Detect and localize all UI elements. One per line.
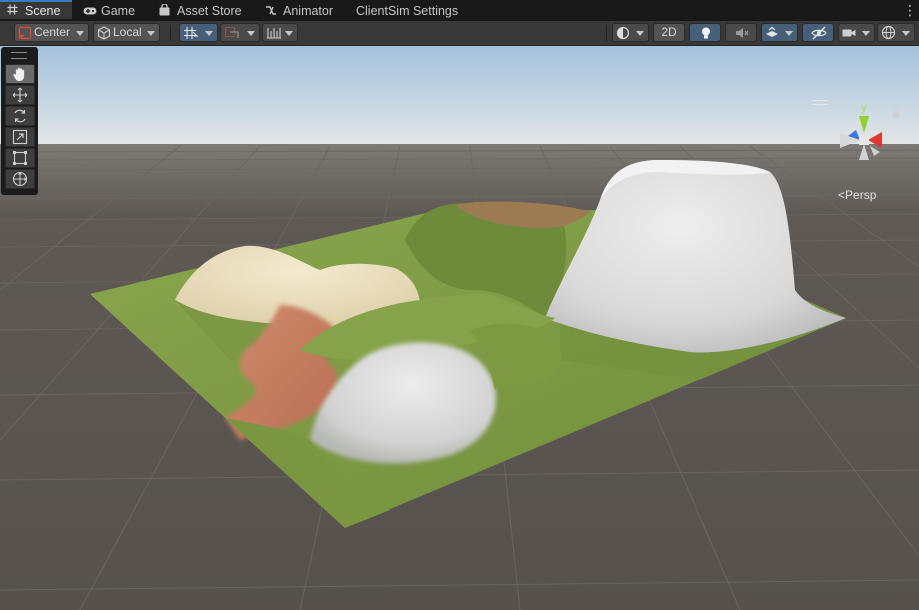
chevron-down-icon <box>76 31 84 36</box>
gizmo-drag-handle[interactable] <box>812 100 828 105</box>
tab-asset-store[interactable]: Asset Store <box>159 0 242 21</box>
gizmo-y-cone[interactable] <box>859 116 869 133</box>
ruler-snap-toggle[interactable] <box>262 23 298 42</box>
pivot-mode-label: Center <box>34 25 71 39</box>
hash-icon <box>7 2 21 21</box>
audio-toggle[interactable] <box>725 23 757 42</box>
gamepad-icon <box>83 1 97 23</box>
speaker-muted-icon <box>736 28 749 38</box>
scale-tool[interactable] <box>5 127 35 147</box>
chevron-down-icon <box>205 31 213 36</box>
toolbar-divider <box>606 25 607 41</box>
shaded-sphere-icon <box>616 26 630 40</box>
overlay-grip-handle[interactable] <box>11 52 27 59</box>
transform-tool[interactable] <box>5 169 35 189</box>
gizmo-z-label: z <box>840 126 845 137</box>
pivot-mode-dropdown[interactable]: Center <box>14 23 89 42</box>
tab-label: ClientSim Settings <box>356 4 459 18</box>
gizmo-center-cube[interactable] <box>859 135 869 145</box>
scene-toolbar: Center Local 2D <box>0 21 919 46</box>
grid-snap-icon <box>184 27 199 39</box>
gizmos-dropdown[interactable] <box>877 23 915 42</box>
draw-mode-dropdown[interactable] <box>612 23 649 42</box>
gizmo-neg-z-cone[interactable] <box>870 146 880 156</box>
increment-snapping-toggle[interactable] <box>220 23 260 42</box>
2d-mode-label: 2D <box>661 25 677 39</box>
chevron-down-icon <box>147 31 155 36</box>
ruler-icon <box>267 28 281 39</box>
chevron-down-icon <box>247 31 255 36</box>
lightbulb-icon <box>702 27 710 39</box>
gizmo-neg-y-cone[interactable] <box>859 144 869 160</box>
scene-viewport[interactable]: y x z <Persp <box>0 46 919 610</box>
eye-hidden-icon <box>811 26 827 40</box>
hand-tool[interactable] <box>5 64 35 84</box>
tools-overlay <box>1 47 38 195</box>
pivot-rotation-label: Local <box>113 25 142 39</box>
tab-label: Scene <box>25 4 61 18</box>
scene-render <box>0 46 919 610</box>
hand-icon <box>13 67 25 82</box>
gizmo-x-cone[interactable] <box>868 132 882 148</box>
gizmo-globe-icon <box>881 25 896 40</box>
2d-mode-toggle[interactable]: 2D <box>653 23 685 42</box>
rotate-icon <box>14 109 26 123</box>
transform-icon <box>12 171 28 187</box>
projection-label: Persp <box>845 188 877 202</box>
rect-tool[interactable] <box>5 148 35 168</box>
tab-label: Game <box>101 4 136 18</box>
chevron-down-icon <box>862 31 870 36</box>
chevron-down-icon <box>285 31 293 36</box>
tab-clientsim-settings[interactable]: ClientSim Settings <box>356 0 458 21</box>
rotate-tool[interactable] <box>5 106 35 126</box>
chevron-down-icon <box>902 31 910 36</box>
toolbar-divider <box>170 25 171 41</box>
pivot-rotation-dropdown[interactable]: Local <box>93 23 160 42</box>
shopping-bag-icon <box>159 1 173 23</box>
move-arrows-icon <box>12 87 28 103</box>
move-tool[interactable] <box>5 85 35 105</box>
tab-bar: Scene Game Asset Store Animator ClientSi… <box>0 0 919 22</box>
camera-icon <box>842 29 856 37</box>
back-chevron-icon: < <box>838 188 846 202</box>
gizmo-x-label: x <box>884 127 889 138</box>
tab-scene[interactable]: Scene <box>0 0 72 19</box>
tab-animator[interactable]: Animator <box>265 0 333 21</box>
camera-dropdown[interactable] <box>838 23 875 42</box>
kebab-menu-icon[interactable]: ⋮ <box>903 1 917 19</box>
pivot-center-icon <box>18 26 32 40</box>
snap-increment-icon <box>224 26 239 38</box>
tab-label: Animator <box>283 4 334 18</box>
gizmo-y-label: y <box>861 102 867 114</box>
cube-icon <box>97 26 111 40</box>
effects-dropdown[interactable] <box>761 23 798 42</box>
chevron-down-icon <box>636 31 644 36</box>
grid-snapping-toggle[interactable] <box>179 23 218 42</box>
projection-toggle[interactable]: <Persp <box>838 188 876 202</box>
effects-layers-icon <box>766 26 778 37</box>
orientation-gizmo[interactable]: y x z <box>828 102 904 178</box>
lighting-toggle[interactable] <box>689 23 721 42</box>
animator-icon <box>265 1 279 23</box>
tab-game[interactable]: Game <box>83 0 135 21</box>
chevron-down-icon <box>785 31 793 36</box>
scale-icon <box>12 129 28 145</box>
scene-visibility-toggle[interactable] <box>802 23 834 42</box>
rect-transform-icon <box>13 151 27 165</box>
tab-label: Asset Store <box>177 4 242 18</box>
